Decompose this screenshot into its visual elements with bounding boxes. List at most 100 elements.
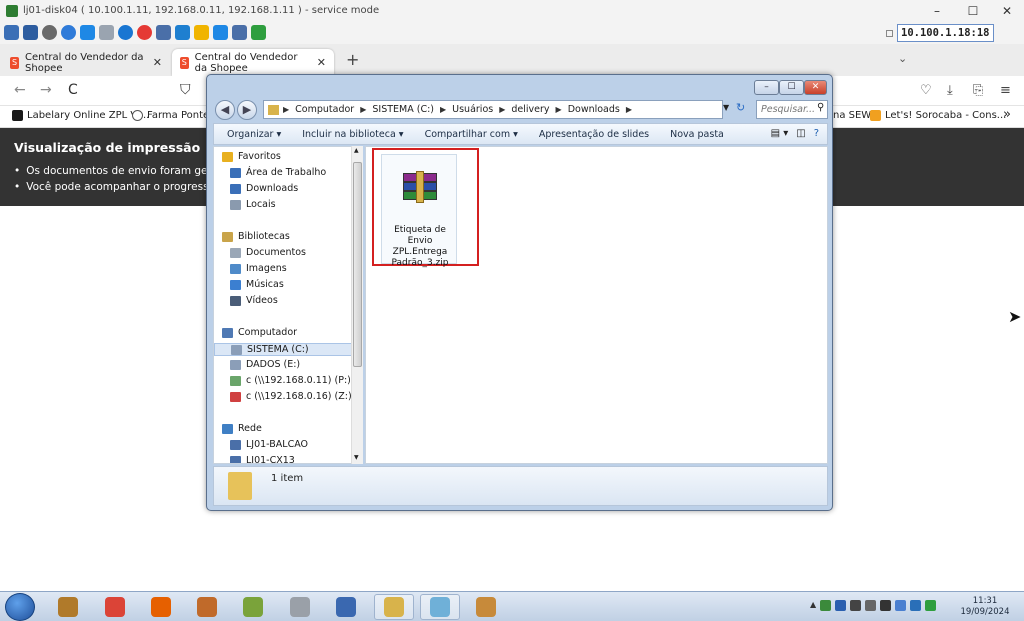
address-dropdown-icon[interactable]: ▼: [723, 103, 729, 112]
tree-item[interactable]: Músicas: [230, 279, 284, 290]
view-options-icon[interactable]: ▤ ▾: [771, 128, 789, 139]
scrollbar-thumb[interactable]: [353, 162, 362, 367]
help-icon[interactable]: ?: [814, 128, 819, 139]
refresh-icon[interactable]: ↻: [736, 101, 745, 114]
tree-item[interactable]: Documentos: [230, 247, 306, 258]
tray-help-icon[interactable]: [895, 600, 907, 611]
tree-item[interactable]: Favoritos: [222, 151, 281, 162]
back-button[interactable]: ◀: [215, 100, 235, 120]
start-button[interactable]: [5, 593, 35, 621]
taskbar-person[interactable]: [187, 594, 227, 620]
remote-ip-field[interactable]: 10.100.1.18:18: [897, 24, 994, 42]
info-icon[interactable]: [118, 25, 133, 40]
tree-item[interactable]: Bibliotecas: [222, 231, 290, 242]
taskbar-explorer[interactable]: [374, 594, 414, 620]
close-icon[interactable]: ✕: [990, 0, 1024, 21]
taskbar-vidalink[interactable]: [326, 594, 366, 620]
breadcrumb-delivery[interactable]: delivery: [511, 104, 549, 115]
tray-expand-icon[interactable]: ▲: [810, 600, 816, 611]
breadcrumb-usuarios[interactable]: Usuários: [452, 104, 493, 115]
tree-item[interactable]: Área de Trabalho: [230, 167, 326, 178]
taskbar-notes[interactable]: [420, 594, 460, 620]
stop-icon[interactable]: [137, 25, 152, 40]
taskbar-printer[interactable]: [280, 594, 320, 620]
tree-item[interactable]: Computador: [222, 327, 297, 338]
breadcrumb-sistema[interactable]: SISTEMA (C:): [372, 104, 434, 115]
fullscreen-icon[interactable]: [23, 25, 38, 40]
tray-sync-icon[interactable]: [910, 600, 922, 611]
tray-app-icon[interactable]: [880, 600, 892, 611]
preview-pane-icon[interactable]: ◫: [796, 128, 805, 139]
share-with-button[interactable]: Compartilhar com ▾: [425, 129, 518, 140]
new-tab-button[interactable]: +: [346, 50, 359, 69]
tree-item[interactable]: DADOS (E:): [230, 359, 300, 370]
tree-item[interactable]: c (\\192.168.0.11) (P:): [230, 375, 351, 386]
tab-shopee-1[interactable]: S Central do Vendedor da Shopee ✕: [2, 49, 170, 76]
bookmark-sew[interactable]: na SEW: [833, 110, 871, 121]
clock[interactable]: 11:31 19/09/2024: [955, 596, 1015, 618]
tree-item[interactable]: LJ01-CX13: [230, 455, 295, 463]
tree-item[interactable]: c (\\192.168.0.16) (Z:): [230, 391, 352, 402]
brazil-flag-icon[interactable]: [925, 600, 937, 611]
tab-list-button[interactable]: ⌄: [898, 52, 907, 65]
tree-item[interactable]: Downloads: [230, 183, 298, 194]
more-bookmarks-button[interactable]: »: [1003, 107, 1011, 122]
tree-item[interactable]: Rede: [222, 423, 262, 434]
slideshow-button[interactable]: Apresentação de slides: [539, 129, 649, 140]
gear-icon[interactable]: [42, 25, 57, 40]
windows-icon[interactable]: [80, 25, 95, 40]
tree-item[interactable]: LJ01-BALCAO: [230, 439, 308, 450]
chat-icon[interactable]: [251, 25, 266, 40]
document-icon[interactable]: [99, 25, 114, 40]
scroll-up-icon[interactable]: ▲: [354, 147, 359, 154]
close-tab-icon[interactable]: ✕: [317, 56, 326, 69]
include-in-library-button[interactable]: Incluir na biblioteca ▾: [302, 129, 403, 140]
navigation-scrollbar[interactable]: ▲ ▼: [351, 146, 363, 464]
explorer-close-button[interactable]: ✕: [804, 80, 827, 95]
explorer-maximize-button[interactable]: ☐: [779, 80, 804, 95]
forward-button[interactable]: →: [40, 82, 52, 98]
bookmark-lets-sorocaba[interactable]: Let's! Sorocaba - Cons...: [870, 110, 1006, 121]
breadcrumb-computador[interactable]: Computador: [295, 104, 354, 115]
bookmark-labelary[interactable]: Labelary Online ZPL Vi...: [12, 110, 149, 121]
taskbar-briefcase[interactable]: [48, 594, 88, 620]
reload-button[interactable]: C: [68, 82, 78, 98]
new-folder-button[interactable]: Nova pasta: [670, 129, 724, 140]
menu-icon[interactable]: ≡: [1000, 83, 1011, 98]
extensions-icon[interactable]: ⎘: [973, 83, 983, 98]
maximize-icon[interactable]: ☐: [956, 0, 990, 21]
shield-icon[interactable]: ⛉: [180, 82, 191, 98]
tree-item[interactable]: Vídeos: [230, 295, 278, 306]
folder-icon[interactable]: [194, 25, 209, 40]
back-button[interactable]: ←: [14, 82, 26, 98]
close-tab-icon[interactable]: ✕: [153, 56, 162, 69]
tray-printer-icon[interactable]: [850, 600, 862, 611]
pocket-icon[interactable]: ♡: [920, 83, 932, 98]
search-icon[interactable]: ⚲: [817, 102, 824, 113]
breadcrumb-downloads[interactable]: Downloads: [568, 104, 620, 115]
tray-network-icon[interactable]: [865, 600, 877, 611]
forward-button[interactable]: ▶: [237, 100, 257, 120]
tree-item[interactable]: SISTEMA (C:): [214, 343, 352, 356]
taskbar-chrome[interactable]: [95, 594, 135, 620]
taskbar-seven-z[interactable]: [233, 594, 273, 620]
scroll-down-icon[interactable]: ▼: [354, 454, 359, 461]
tray-shield-icon[interactable]: [835, 600, 847, 611]
file-item-zip[interactable]: Etiqueta de Envio ZPL.Entrega Padrão_3.z…: [381, 154, 457, 268]
organize-button[interactable]: Organizar ▾: [227, 129, 281, 140]
tree-item[interactable]: Imagens: [230, 263, 287, 274]
monitor-icon[interactable]: [175, 25, 190, 40]
minimize-icon[interactable]: –: [920, 0, 954, 21]
taskbar-firefox[interactable]: [141, 594, 181, 620]
send-file-icon[interactable]: [232, 25, 247, 40]
tab-shopee-2[interactable]: S Central do Vendedor da Shopee ✕: [172, 49, 334, 76]
camera-icon[interactable]: [213, 25, 228, 40]
tree-item[interactable]: Locais: [230, 199, 276, 210]
transfer-icon[interactable]: [156, 25, 171, 40]
address-bar[interactable]: ▶ Computador ▶ SISTEMA (C:) ▶ Usuários ▶…: [263, 100, 723, 119]
refresh-icon[interactable]: [61, 25, 76, 40]
fit-icon[interactable]: [4, 25, 19, 40]
taskbar-paint[interactable]: [466, 594, 506, 620]
download-icon[interactable]: ⤓: [947, 83, 953, 98]
tray-flag-icon[interactable]: [820, 600, 832, 611]
